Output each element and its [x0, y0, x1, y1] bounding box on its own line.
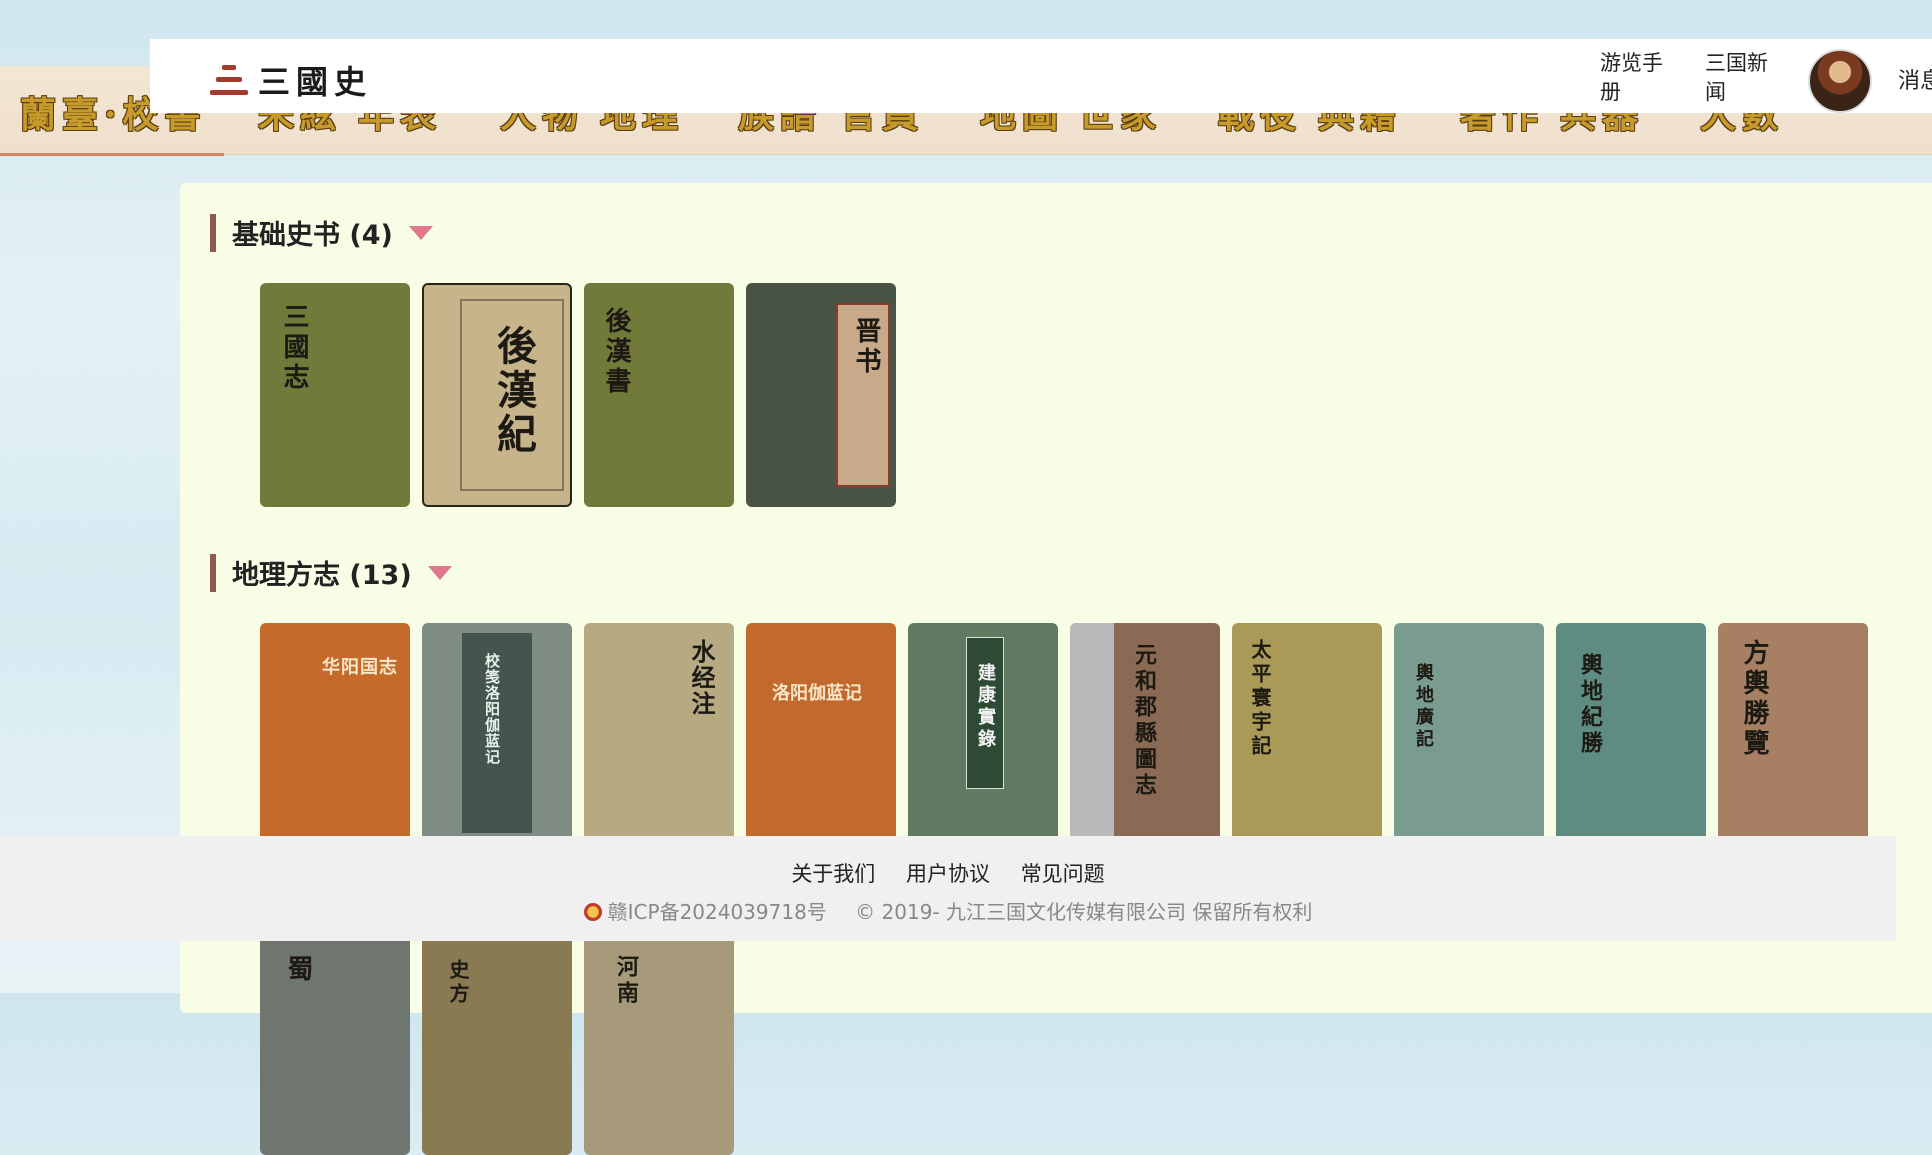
book-title: 河南: [613, 955, 639, 1007]
book-card[interactable]: 洛阳伽蓝记: [746, 623, 896, 847]
book-title: 後漢書: [601, 307, 631, 397]
book-card[interactable]: 後漢書: [584, 283, 734, 507]
section-title-basic[interactable]: 基础史书 (4): [210, 213, 433, 252]
book-card[interactable]: 水经注: [584, 623, 734, 847]
about-link[interactable]: 关于我们: [791, 862, 875, 886]
book-title: 蜀: [283, 955, 313, 985]
book-spine: [1070, 623, 1114, 847]
book-title: 水经注: [687, 639, 716, 717]
logo-text: 三國史: [258, 63, 373, 101]
book-card[interactable]: 建康實錄: [908, 623, 1058, 847]
section-title-geo[interactable]: 地理方志 (13): [210, 553, 452, 592]
book-title: 晋书: [851, 317, 881, 377]
book-title: 华阳国志: [322, 657, 398, 678]
book-card[interactable]: 輿地紀勝: [1556, 623, 1706, 847]
book-card[interactable]: 华阳国志: [260, 623, 410, 847]
messages-link[interactable]: 消息: [1898, 63, 1932, 95]
section-bar: [210, 213, 216, 252]
footer: 关于我们 用户协议 常见问题 赣ICP备2024039718号 © 2019- …: [0, 836, 1896, 941]
book-title: 輿地紀勝: [1577, 653, 1603, 757]
section-bar: [210, 553, 216, 592]
book-title: 太平寰宇記: [1248, 639, 1272, 759]
police-badge-icon: [583, 903, 602, 921]
book-card[interactable]: 河南: [584, 931, 734, 1155]
book-card[interactable]: 校笺洛阳伽蓝记: [422, 623, 572, 847]
top-header: 三國史 游览手册 三国新闻 消息: [150, 39, 1932, 113]
book-card[interactable]: 方輿勝覽: [1718, 623, 1868, 847]
book-card[interactable]: 史方: [422, 931, 572, 1155]
section-title-text: 地理方志 (13): [232, 560, 412, 591]
user-avatar[interactable]: [1808, 49, 1872, 113]
book-card[interactable]: 太平寰宇記: [1232, 623, 1382, 847]
book-card[interactable]: 元和郡縣圖志: [1070, 623, 1220, 847]
book-title: 建康實錄: [975, 663, 996, 751]
book-card[interactable]: 後漢紀: [422, 283, 572, 507]
book-title: 方輿勝覽: [1739, 639, 1769, 759]
chevron-down-icon[interactable]: [408, 225, 433, 240]
book-title: 史方: [446, 959, 470, 1007]
copyright-text: © 2019- 九江三国文化传媒有限公司 保留所有权利: [855, 900, 1313, 924]
book-card[interactable]: 三國志: [260, 283, 410, 507]
section-title-text: 基础史书 (4): [232, 220, 393, 251]
book-title: 輿地廣記: [1413, 663, 1434, 751]
news-link[interactable]: 三国新闻: [1705, 49, 1785, 107]
book-title: 後漢紀: [490, 325, 537, 457]
book-title: 校笺洛阳伽蓝记: [483, 653, 501, 765]
book-card[interactable]: 晋书: [746, 283, 896, 507]
book-card[interactable]: 輿地廣記: [1394, 623, 1544, 847]
guide-link[interactable]: 游览手册: [1600, 49, 1680, 107]
book-title: 元和郡縣圖志: [1131, 643, 1157, 799]
faq-link[interactable]: 常见问题: [1021, 862, 1105, 886]
footer-links: 关于我们 用户协议 常见问题: [0, 858, 1896, 888]
book-title: 三國志: [279, 303, 309, 393]
logo-mark-icon: [210, 63, 248, 97]
agreement-link[interactable]: 用户协议: [906, 862, 990, 886]
chevron-down-icon[interactable]: [427, 565, 452, 580]
nav-active-indicator: [0, 153, 224, 156]
book-card[interactable]: 蜀: [260, 931, 410, 1155]
icp-link[interactable]: 赣ICP备2024039718号: [608, 900, 827, 924]
site-logo[interactable]: 三國史: [210, 57, 372, 103]
book-title: 洛阳伽蓝记: [772, 683, 862, 704]
footer-copyright: 赣ICP备2024039718号 © 2019- 九江三国文化传媒有限公司 保留…: [0, 896, 1896, 925]
